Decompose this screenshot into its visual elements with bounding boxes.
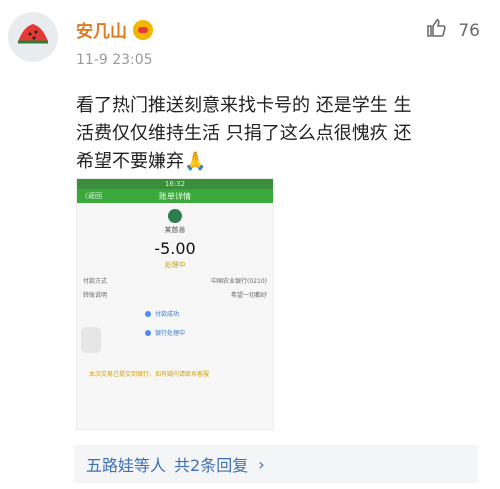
merchant-name: 某慈善	[164, 226, 186, 234]
blurred-image-icon	[81, 327, 101, 353]
detail-value: 希望一切都好	[230, 292, 267, 299]
like-count: 76	[458, 20, 480, 41]
detail-key: 转账说明	[83, 292, 108, 299]
phone-status-bar: 16:32	[77, 179, 273, 189]
timeline-dot-icon	[145, 329, 151, 336]
back-link: 〈返回	[81, 192, 102, 200]
reply-count[interactable]: 共2条回复	[174, 452, 248, 476]
merchant-logo-icon	[168, 209, 182, 223]
post-content: 看了热门推送刻意来找卡号的 还是学生 生 活费仅仅维持生活 只捐了这么点很愧疚 …	[76, 92, 496, 176]
like-button[interactable]: 76	[424, 16, 480, 45]
reply-users[interactable]: 五路娃等人	[86, 452, 166, 476]
post-line-3: 希望不要嫌弃🙏	[76, 151, 207, 172]
detail-row: 转账说明 希望一切都好	[83, 290, 267, 299]
thumb-up-icon	[424, 16, 448, 45]
user-name-text[interactable]: 安几山	[76, 17, 127, 42]
post-time: 11-9 23:05	[76, 52, 153, 68]
reply-summary[interactable]: 五路娃等人 共2条回复 ›	[74, 445, 478, 483]
user-name[interactable]: 安几山	[76, 17, 153, 42]
timeline-label: 付款成功	[155, 311, 180, 318]
avatar[interactable]	[8, 12, 58, 62]
timeline-label: 银行处理中	[155, 330, 186, 337]
watermelon-avatar-icon	[9, 13, 57, 61]
emoji-badge-icon	[133, 19, 153, 40]
payment-amount: -5.00	[154, 239, 196, 258]
detail-value: 中国农业银行(0210)	[211, 278, 267, 285]
post-line-1: 看了热门推送刻意来找卡号的 还是学生 生	[76, 95, 412, 116]
status-timeline: 付款成功 银行处理中	[145, 309, 273, 337]
timeline-dot-icon	[145, 310, 151, 317]
timeline-item: 银行处理中	[145, 328, 273, 337]
post-line-2: 活费仅仅维持生活 只捐了这么点很愧疚 还	[76, 123, 412, 144]
detail-key: 付款方式	[83, 278, 108, 285]
payment-screenshot[interactable]: 16:32 〈返回 账单详情 某慈善 -5.00 处理中 付款方式 中国农业银行…	[76, 178, 274, 430]
payment-state: 处理中	[164, 261, 186, 269]
processing-note: 本次交易已提交到银行，如有疑问请联系客服	[89, 371, 210, 378]
screenshot-title: 账单详情	[159, 191, 191, 201]
chevron-right-icon[interactable]: ›	[258, 455, 264, 474]
screenshot-navbar: 〈返回 账单详情	[77, 189, 273, 203]
detail-rows: 付款方式 中国农业银行(0210) 转账说明 希望一切都好	[77, 276, 273, 299]
merchant-header: 某慈善 -5.00 处理中	[77, 209, 273, 270]
timeline-item: 付款成功	[145, 309, 273, 318]
phone-status-time: 16:32	[164, 180, 186, 188]
detail-row: 付款方式 中国农业银行(0210)	[83, 276, 267, 285]
